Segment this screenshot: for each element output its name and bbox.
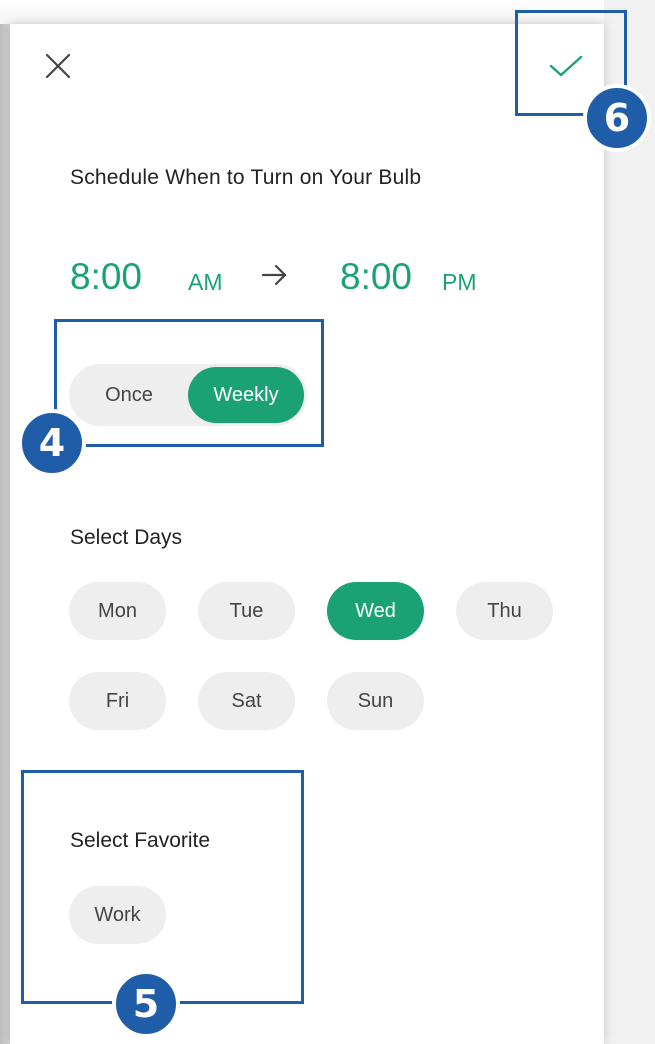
background-strip-left (0, 0, 10, 1044)
end-time[interactable]: 8:00 (340, 254, 412, 300)
arrow-right-icon (261, 264, 287, 286)
day-chip-thu[interactable]: Thu (456, 582, 553, 640)
day-chip-mon[interactable]: Mon (69, 582, 166, 640)
page-title: Schedule When to Turn on Your Bulb (70, 166, 422, 189)
select-days-label: Select Days (70, 526, 183, 549)
day-chip-fri[interactable]: Fri (69, 672, 166, 730)
day-chip-sat[interactable]: Sat (198, 672, 295, 730)
close-button[interactable] (44, 52, 72, 80)
annotation-highlight-frequency (54, 319, 324, 447)
day-chip-sun[interactable]: Sun (327, 672, 424, 730)
day-chip-tue[interactable]: Tue (198, 582, 295, 640)
day-chip-wed[interactable]: Wed (327, 582, 424, 640)
end-period[interactable]: PM (442, 267, 477, 297)
close-icon (45, 53, 71, 79)
annotation-badge-6: 6 (583, 84, 651, 152)
start-time[interactable]: 8:00 (70, 254, 142, 300)
start-period[interactable]: AM (188, 267, 223, 297)
annotation-highlight-favorite (21, 770, 304, 1004)
annotation-badge-5: 5 (112, 970, 180, 1038)
annotation-badge-4: 4 (18, 409, 86, 477)
background-strip-right (604, 0, 655, 1044)
